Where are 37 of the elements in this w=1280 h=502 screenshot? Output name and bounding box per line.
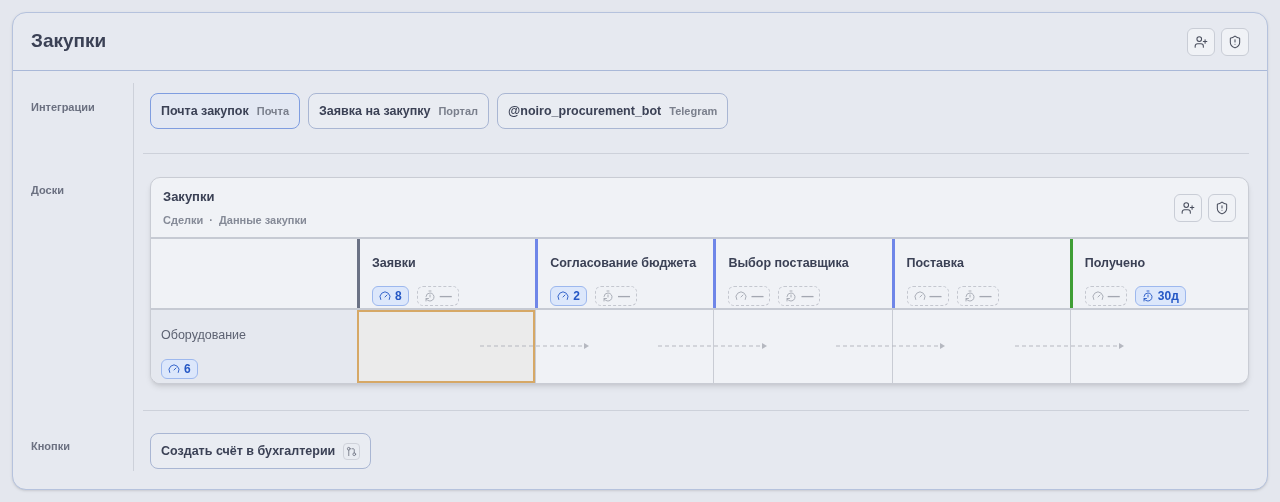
stage-title: Получено bbox=[1084, 255, 1147, 272]
timer-badge: — bbox=[416, 285, 459, 306]
board-cell[interactable] bbox=[357, 310, 536, 383]
limit-badge: — bbox=[906, 285, 949, 306]
shield-alert-icon bbox=[1215, 200, 1229, 215]
security-button[interactable] bbox=[1208, 193, 1236, 222]
board-title: Закупки bbox=[163, 187, 216, 206]
limit-badge: 2 bbox=[550, 285, 587, 306]
limit-badge: 6 bbox=[161, 358, 198, 379]
stage-title: Заявки bbox=[372, 255, 417, 272]
limit-badge: — bbox=[1084, 285, 1127, 306]
integration-chip[interactable]: @noiro_procurement_bot Telegram bbox=[497, 93, 729, 129]
timer-badge: — bbox=[594, 285, 637, 306]
limit-badge: — bbox=[728, 285, 771, 306]
action-button[interactable]: Создать счёт в бухгалтерии bbox=[150, 433, 372, 469]
timer-badge: 30д bbox=[1134, 285, 1186, 306]
stage-title: Выбор поставщика bbox=[728, 255, 849, 272]
add-user-icon bbox=[1181, 200, 1195, 215]
add-user-button[interactable] bbox=[1187, 27, 1215, 56]
limit-badge: 8 bbox=[372, 285, 409, 306]
integration-chip[interactable]: Почта закупок Почта bbox=[150, 93, 300, 129]
timer-badge: — bbox=[956, 285, 999, 306]
section-label: Кнопки bbox=[31, 439, 70, 454]
security-button[interactable] bbox=[1221, 27, 1249, 56]
stage-title: Поставка bbox=[906, 255, 965, 272]
add-user-button[interactable] bbox=[1174, 193, 1202, 222]
stage-title: Согласование бюджета bbox=[550, 255, 697, 272]
branch-icon bbox=[343, 442, 361, 460]
breadcrumb-separator: · bbox=[209, 213, 213, 228]
shield-alert-icon bbox=[1228, 34, 1242, 49]
add-user-icon bbox=[1194, 34, 1208, 49]
section-label: Интеграции bbox=[31, 100, 95, 115]
integration-chip[interactable]: Заявка на закупку Портал bbox=[308, 93, 490, 129]
row-title: Оборудование bbox=[161, 327, 247, 344]
page-title: Закупки bbox=[31, 29, 107, 54]
section-label: Доски bbox=[31, 183, 64, 198]
timer-badge: — bbox=[778, 285, 821, 306]
